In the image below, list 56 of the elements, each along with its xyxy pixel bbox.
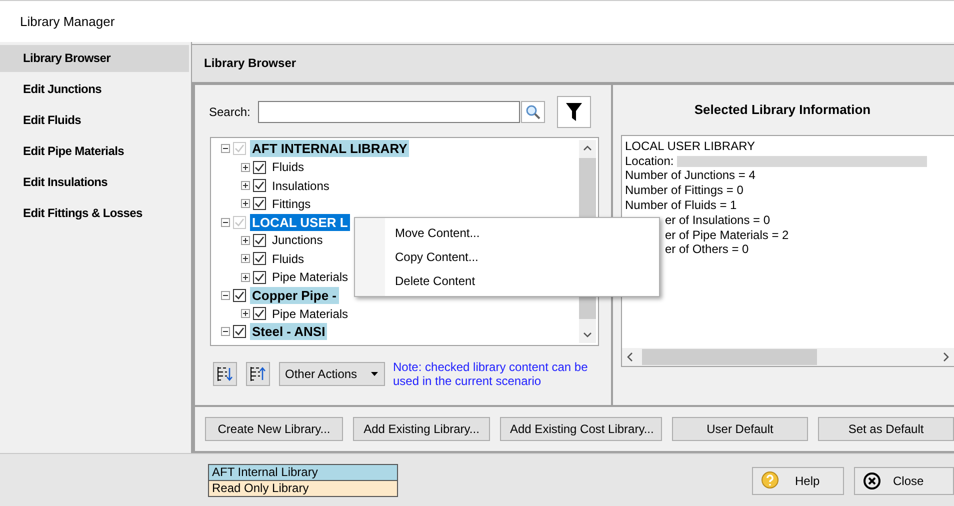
sidebar-item[interactable]: Edit Fittings & Losses	[0, 200, 189, 227]
sidebar-item[interactable]: Library Browser	[0, 45, 189, 72]
question-bubble-icon	[761, 470, 781, 490]
tree-item[interactable]: Copper Pipe -	[250, 286, 339, 304]
tree-item[interactable]: Pipe Materials	[270, 306, 350, 322]
library-button[interactable]: Create New Library...	[205, 417, 343, 442]
dropdown-arrow-icon	[371, 372, 378, 376]
sidebar-item[interactable]: Edit Junctions	[0, 76, 189, 103]
search-field[interactable]	[258, 100, 520, 123]
scroll-left-icon[interactable]	[626, 352, 634, 362]
library-button[interactable]: Set as Default	[818, 417, 954, 442]
expand-all-button[interactable]	[213, 362, 237, 386]
search-button[interactable]	[521, 100, 546, 123]
note-text: Note: checked library content can be used in the current scenario	[393, 360, 589, 388]
collapse-icon[interactable]	[221, 290, 230, 300]
info-line: LOCAL USER LIBRARY	[625, 138, 756, 154]
menu-item[interactable]: Copy Content...	[355, 244, 659, 269]
panel-title: Library Browser	[204, 56, 296, 70]
search-icon	[525, 104, 542, 120]
checkbox[interactable]	[253, 307, 266, 320]
collapse-all-icon	[250, 366, 266, 382]
expand-icon[interactable]	[241, 309, 250, 318]
menu-item[interactable]: Move Content...	[355, 220, 659, 245]
filter-button[interactable]	[557, 96, 592, 128]
legend-item: Read Only Library	[209, 480, 397, 496]
sidebar-item[interactable]: Edit Insulations	[0, 169, 189, 196]
sidebar-item[interactable]: Edit Fluids	[0, 107, 189, 134]
horizontal-scrollbar[interactable]	[622, 348, 954, 366]
info-line: er of Pipe Materials = 2	[664, 228, 790, 242]
actions-dropdown[interactable]: Other Actions	[279, 362, 385, 386]
info-line: Number of Junctions = 4	[625, 168, 756, 184]
checkbox[interactable]	[233, 325, 246, 338]
menu-item[interactable]: Delete Content	[355, 268, 659, 293]
window-title: Library Manager	[0, 0, 954, 42]
info-line: Number of Fittings = 0	[625, 183, 744, 198]
legend-item: AFT Internal Library	[209, 465, 397, 480]
collapse-icon[interactable]	[221, 327, 230, 336]
info-line: Number of Fluids = 1	[625, 198, 738, 213]
close-icon	[863, 472, 881, 490]
checkbox[interactable]	[233, 288, 246, 302]
expand-all-icon	[217, 366, 233, 382]
info-line: Location:	[625, 154, 954, 168]
library-button[interactable]: Add Existing Library...	[353, 417, 490, 442]
scroll-right-icon[interactable]	[942, 352, 950, 362]
search-label: Search:	[209, 104, 250, 119]
library-button[interactable]: Add Existing Cost Library...	[500, 417, 662, 442]
library-button[interactable]: User Default	[672, 417, 808, 442]
filter-icon	[566, 102, 582, 121]
collapse-all-button[interactable]	[246, 362, 270, 386]
info-line: er of Insulations = 0	[664, 212, 772, 228]
sidebar-item[interactable]: Edit Pipe Materials	[0, 138, 189, 165]
close-button[interactable]: Close	[854, 466, 954, 494]
tree-item[interactable]: Steel - ANSI	[250, 323, 328, 340]
info-title: Selected Library Information	[693, 101, 872, 120]
help-button[interactable]: Help	[752, 466, 844, 494]
info-line: er of Others = 0	[664, 242, 750, 258]
